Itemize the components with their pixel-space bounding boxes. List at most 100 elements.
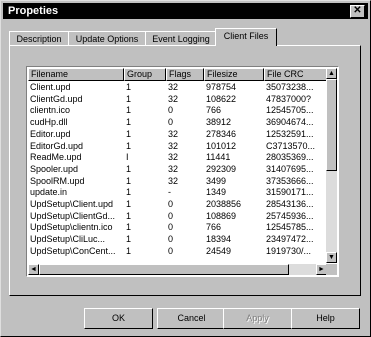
cell-filesize: 18394 — [206, 234, 232, 245]
cell-group: 1 — [126, 234, 132, 245]
scroll-up-button[interactable]: ▲ — [326, 68, 337, 79]
cell-filename: UpdSetup\CliLuc... — [30, 234, 106, 245]
cell-flags: 32 — [168, 93, 179, 104]
column-header-group[interactable]: Group — [124, 68, 166, 81]
cell-flags: 0 — [168, 222, 174, 233]
cell-file-crc: 12532591... — [266, 128, 314, 139]
arrow-left-icon: ◄ — [30, 266, 37, 273]
table-row[interactable]: ClientGd.upd 1 32 108622 47837000? — [28, 93, 328, 105]
table-row[interactable]: Spooler.upd 1 32 292309 31407695... — [28, 163, 328, 175]
cell-filesize: 2038856 — [206, 199, 242, 209]
vertical-scroll-thumb[interactable] — [326, 79, 337, 171]
cell-group: 1 — [126, 128, 132, 139]
cell-filename: update.in — [30, 187, 68, 198]
horizontal-scroll-thumb[interactable] — [39, 264, 289, 275]
cell-flags: 0 — [168, 199, 174, 209]
cell-flags: 32 — [168, 140, 179, 151]
close-icon: ✕ — [353, 5, 362, 16]
cell-filesize: 292309 — [206, 163, 237, 174]
table-row[interactable]: clientn.ico 1 0 766 12545705... — [28, 104, 328, 116]
cell-filesize: 1349 — [206, 187, 227, 198]
cell-file-crc: 47837000? — [266, 93, 312, 104]
cell-flags: 32 — [168, 82, 179, 92]
table-row[interactable]: cudHp.dll 1 0 38912 36904674... — [28, 116, 328, 128]
table-row[interactable]: Client.upd 1 32 978754 35073238... — [28, 81, 328, 93]
cell-file-crc: C3713570... — [266, 140, 316, 151]
table-row[interactable]: UpdSetup\ClientGd... 1 0 108869 25745936... — [28, 210, 328, 222]
cell-filesize: 766 — [206, 222, 222, 233]
cell-flags: 0 — [168, 117, 174, 128]
cell-filesize: 766 — [206, 105, 222, 116]
cell-filesize: 278346 — [206, 128, 237, 139]
column-header-file-crc[interactable]: File CRC — [264, 68, 328, 81]
cell-group: I — [126, 152, 129, 163]
cell-group: 1 — [126, 175, 132, 186]
help-button[interactable]: Help — [291, 308, 360, 329]
cell-filename: EditorGd.upd — [30, 140, 84, 151]
arrow-down-icon: ▼ — [328, 254, 335, 261]
column-header-flags[interactable]: Flags — [166, 68, 204, 81]
cell-filename: clientn.ico — [30, 105, 71, 116]
table-row[interactable]: EditorGd.upd 1 32 101012 C3713570... — [28, 140, 328, 152]
table-row[interactable]: UpdSetup\CliLuc... 1 0 18394 23497472... — [28, 233, 328, 245]
cell-filename: ClientGd.upd — [30, 93, 83, 104]
cell-file-crc: 28543136... — [266, 199, 314, 209]
horizontal-scrollbar[interactable]: ◄ ► — [28, 264, 327, 275]
window-title: Propeties — [8, 5, 59, 17]
close-button[interactable]: ✕ — [350, 5, 365, 18]
cell-group: 1 — [126, 140, 132, 151]
table-row[interactable]: UpdSetup\clientn.ico 1 0 766 12545785... — [28, 221, 328, 233]
cell-group: 1 — [126, 163, 132, 174]
table-row[interactable]: ReadMe.upd I 32 11441 28035369... — [28, 151, 328, 163]
cell-group: 1 — [126, 210, 132, 221]
cancel-button[interactable]: Cancel — [157, 308, 226, 329]
column-header-filename[interactable]: Filename — [28, 68, 124, 81]
cell-group: 1 — [126, 222, 132, 233]
table-row[interactable]: UpdSetup\ConCent... 1 0 24549 1919730/... — [28, 245, 328, 257]
cell-filesize: 101012 — [206, 140, 237, 151]
cell-file-crc: 31407695... — [266, 163, 314, 174]
scroll-down-button[interactable]: ▼ — [326, 252, 337, 263]
title-bar[interactable]: Propeties ✕ — [3, 3, 368, 19]
apply-button[interactable]: Apply — [223, 308, 292, 329]
cell-file-crc: 1919730/... — [266, 245, 312, 256]
ok-button[interactable]: OK — [84, 308, 153, 329]
tab-client-files[interactable]: Client Files — [215, 28, 277, 46]
list-header: Filename Group Flags Filesize File CRC — [28, 68, 328, 81]
properties-dialog: Propeties ✕ Description Update Options E… — [0, 0, 371, 337]
vertical-scrollbar[interactable]: ▲ ▼ — [326, 68, 337, 263]
cell-group: 1 — [126, 93, 132, 104]
tab-event-logging[interactable]: Event Logging — [145, 31, 217, 46]
column-header-filesize[interactable]: Filesize — [204, 68, 264, 81]
cell-group: 1 — [126, 117, 132, 128]
table-row[interactable]: Editor.upd 1 32 278346 12532591... — [28, 128, 328, 140]
table-row[interactable]: SpoolRM.upd 1 32 3499 37353666... — [28, 175, 328, 187]
cell-flags: - — [168, 187, 171, 198]
cell-filename: UpdSetup\clientn.ico — [30, 222, 113, 233]
arrow-right-icon: ► — [318, 266, 325, 273]
scroll-left-button[interactable]: ◄ — [28, 264, 39, 275]
cell-filesize: 11441 — [206, 152, 231, 163]
cell-filesize: 978754 — [206, 82, 237, 92]
cell-filesize: 108622 — [206, 93, 237, 104]
tab-update-options[interactable]: Update Options — [68, 31, 146, 46]
table-row[interactable]: update.in 1 - 1349 31590171... — [28, 186, 328, 198]
cell-flags: 0 — [168, 210, 174, 221]
tab-description[interactable]: Description — [9, 31, 69, 46]
table-row[interactable]: UpdSetup\Client.upd 1 0 2038856 28543136... — [28, 198, 328, 210]
cell-filesize: 108869 — [206, 210, 237, 221]
cell-filename: cudHp.dll — [30, 117, 68, 128]
cell-flags: 0 — [168, 105, 174, 116]
cell-flags: 32 — [168, 163, 179, 174]
cell-filename: UpdSetup\ConCent... — [30, 245, 116, 256]
cell-filesize: 38912 — [206, 117, 232, 128]
cell-filename: UpdSetup\ClientGd... — [30, 210, 116, 221]
cell-file-crc: 28035369... — [266, 152, 314, 163]
cell-filename: Client.upd — [30, 82, 71, 92]
cell-file-crc: 25745936... — [266, 210, 314, 221]
cell-filename: ReadMe.upd — [30, 152, 82, 163]
client-files-list[interactable]: Filename Group Flags Filesize File CRC C… — [26, 66, 339, 277]
cell-filename: Spooler.upd — [30, 163, 79, 174]
cell-file-crc: 35073238... — [266, 82, 314, 92]
cell-file-crc: 36904674... — [266, 117, 314, 128]
